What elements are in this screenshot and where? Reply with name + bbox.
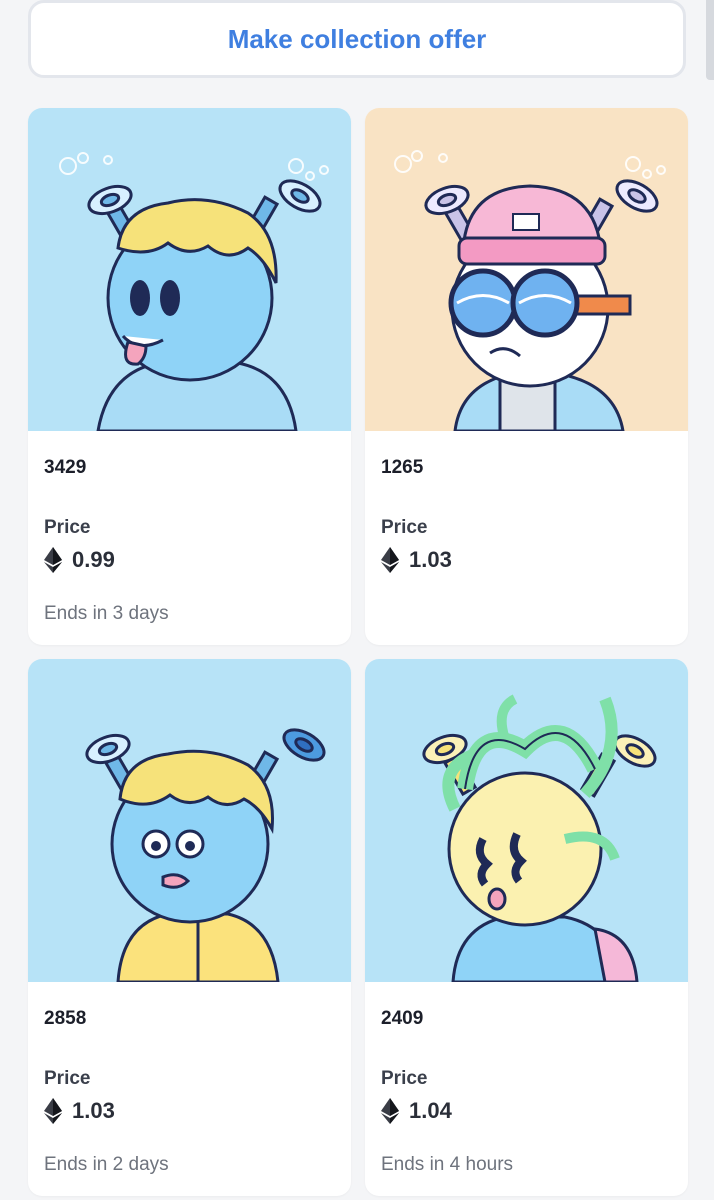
price-value: 1.04 (409, 1098, 452, 1123)
nft-card[interactable]: 3429 Price 0.99 Ends in 3 days (28, 108, 351, 645)
price-label: Price (381, 1068, 428, 1089)
price-value: 0.99 (72, 547, 115, 572)
price-value: 1.03 (409, 547, 452, 572)
listing-end-time: Ends in 2 days (44, 1154, 169, 1175)
nft-card[interactable]: 2858 Price 1.03 Ends in 2 days (28, 659, 351, 1196)
nft-grid: 3429 Price 0.99 Ends in 3 days 1265 Pric… (28, 108, 688, 1196)
ethereum-icon (44, 547, 62, 573)
price-label: Price (44, 517, 91, 538)
nft-image (28, 659, 351, 982)
token-id: 1265 (381, 457, 424, 478)
token-id: 2858 (44, 1008, 87, 1029)
ethereum-icon (44, 1098, 62, 1124)
token-id: 2409 (381, 1008, 424, 1029)
nft-image (365, 659, 688, 982)
make-collection-offer-button[interactable]: Make collection offer (28, 0, 686, 78)
price-label: Price (44, 1068, 91, 1089)
nft-card[interactable]: 1265 Price 1.03 (365, 108, 688, 645)
nft-image (365, 108, 688, 431)
ethereum-icon (381, 1098, 399, 1124)
price-row: 0.99 (44, 547, 335, 573)
scrollbar[interactable] (706, 0, 714, 80)
listing-end-time: Ends in 3 days (44, 603, 169, 624)
price-label: Price (381, 517, 428, 538)
ethereum-icon (381, 547, 399, 573)
price-value: 1.03 (72, 1098, 115, 1123)
listing-end-time: Ends in 4 hours (381, 1154, 514, 1175)
token-id: 3429 (44, 457, 87, 478)
price-row: 1.04 (381, 1098, 672, 1124)
price-row: 1.03 (44, 1098, 335, 1124)
price-row: 1.03 (381, 547, 672, 573)
nft-image (28, 108, 351, 431)
nft-card[interactable]: 2409 Price 1.04 Ends in 4 hours (365, 659, 688, 1196)
